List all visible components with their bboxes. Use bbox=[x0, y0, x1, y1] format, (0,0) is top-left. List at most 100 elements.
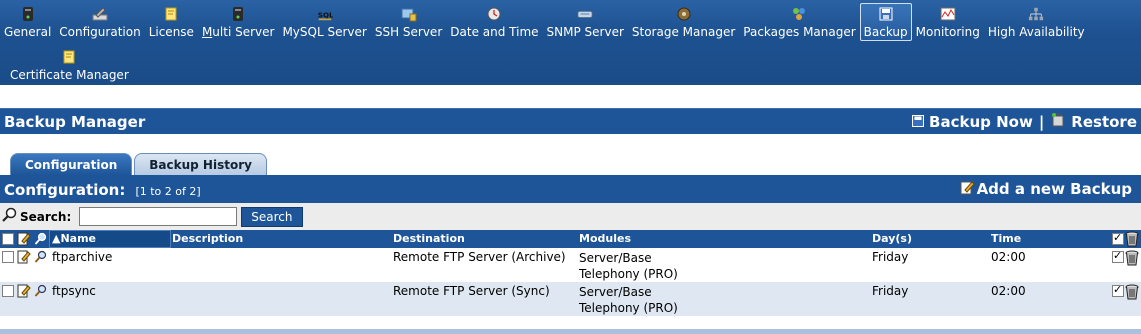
nav-item-ssh-server[interactable]: SSH Server bbox=[371, 3, 446, 41]
enable-all-checkbox[interactable] bbox=[1112, 231, 1124, 245]
nav-item-certificate-manager[interactable]: Certificate Manager bbox=[4, 46, 133, 84]
configuration-bar: Configuration: [1 to 2 of 2] Add a new B… bbox=[0, 175, 1141, 203]
search-button[interactable]: Search bbox=[241, 206, 303, 227]
backup-name[interactable]: ftpsync bbox=[52, 284, 96, 298]
floppy-icon bbox=[912, 113, 925, 131]
tab-backup-history[interactable]: Backup History bbox=[134, 153, 267, 175]
search-icon[interactable] bbox=[34, 232, 48, 246]
packages-icon bbox=[791, 6, 807, 22]
backup-time: 02:00 bbox=[991, 284, 1026, 298]
sql-icon: SQL bbox=[317, 6, 333, 22]
nav-label: Configuration bbox=[59, 25, 141, 39]
module-item: Server/Base bbox=[579, 251, 652, 265]
backup-table: ▲Name Description Destination Modules Da… bbox=[0, 230, 1141, 316]
search-label: Search: bbox=[20, 209, 72, 224]
nav-item-snmp-server[interactable]: SNMP Server bbox=[543, 3, 628, 41]
page-title: Backup Manager bbox=[4, 112, 146, 131]
table-header: ▲Name Description Destination Modules Da… bbox=[0, 230, 1141, 248]
nav-label: Multi Server bbox=[201, 25, 275, 39]
nav-label: Packages Manager bbox=[743, 25, 856, 39]
tab-configuration[interactable]: Configuration bbox=[10, 153, 133, 175]
top-navigation: General Configuration License Multi Serv… bbox=[0, 0, 1141, 85]
server-icon bbox=[230, 6, 246, 22]
table-row: ftpsync Remote FTP Server (Sync) Server/… bbox=[0, 282, 1141, 316]
backup-destination: Remote FTP Server (Sync) bbox=[393, 284, 550, 298]
edit-icon[interactable] bbox=[17, 232, 31, 246]
module-item: Server/Base bbox=[579, 285, 652, 299]
row-select-checkbox[interactable] bbox=[2, 251, 14, 263]
table-row: ftparchive Remote FTP Server (Archive) S… bbox=[0, 248, 1141, 282]
nav-label: Certificate Manager bbox=[10, 68, 129, 82]
backup-days: Friday bbox=[872, 284, 909, 298]
edit-icon[interactable] bbox=[17, 284, 31, 298]
add-backup-button[interactable]: Add a new Backup bbox=[960, 180, 1132, 199]
column-header-destination[interactable]: Destination bbox=[393, 232, 465, 245]
column-header-description[interactable]: Description bbox=[172, 232, 243, 245]
nav-item-multi-server[interactable]: Multi Server bbox=[198, 3, 279, 41]
svg-text:SQL: SQL bbox=[318, 11, 333, 20]
monitor-chart-icon bbox=[940, 6, 956, 22]
nav-item-monitoring[interactable]: Monitoring bbox=[912, 3, 984, 41]
nav-item-general[interactable]: General bbox=[0, 3, 55, 41]
edit-icon[interactable] bbox=[17, 250, 31, 264]
restore-button[interactable]: Restore bbox=[1050, 112, 1137, 132]
footer-strip bbox=[0, 329, 1141, 334]
search-input[interactable] bbox=[79, 207, 238, 226]
trash-icon[interactable] bbox=[1125, 284, 1139, 300]
nav-label: Monitoring bbox=[915, 25, 980, 39]
restore-label: Restore bbox=[1071, 112, 1137, 131]
clock-icon bbox=[486, 6, 502, 22]
nav-label: Date and Time bbox=[450, 25, 539, 39]
accelerator-letter: M bbox=[201, 25, 213, 39]
nav-label: Storage Manager bbox=[631, 25, 736, 39]
trash-icon[interactable] bbox=[1125, 250, 1139, 266]
nav-label: SNMP Server bbox=[546, 25, 624, 39]
header-separator: | bbox=[1038, 112, 1045, 131]
add-backup-label: Add a new Backup bbox=[976, 180, 1132, 198]
backup-name[interactable]: ftparchive bbox=[52, 250, 112, 264]
select-all-checkbox[interactable] bbox=[2, 233, 14, 245]
server-icon bbox=[20, 6, 36, 22]
search-icon bbox=[2, 207, 18, 227]
nav-item-license[interactable]: License bbox=[145, 3, 198, 41]
restore-icon bbox=[1050, 112, 1066, 132]
view-icon[interactable] bbox=[34, 250, 48, 264]
search-bar: Search: Search bbox=[0, 203, 1141, 230]
certificate-icon bbox=[61, 49, 77, 65]
module-item: Telephony (PRO) bbox=[579, 301, 678, 315]
nav-item-backup[interactable]: Backup bbox=[859, 3, 912, 41]
backup-modules: Server/Base Telephony (PRO) bbox=[579, 284, 678, 316]
snmp-icon bbox=[577, 6, 593, 22]
edit-icon bbox=[960, 180, 975, 199]
trash-icon[interactable] bbox=[1125, 231, 1139, 247]
tab-bar: Configuration Backup History bbox=[10, 153, 267, 175]
nav-item-date-time[interactable]: Date and Time bbox=[446, 3, 542, 41]
network-icon bbox=[1028, 6, 1044, 22]
backup-days: Friday bbox=[872, 250, 909, 264]
record-range: [1 to 2 of 2] bbox=[135, 184, 201, 198]
nav-item-configuration[interactable]: Configuration bbox=[55, 3, 144, 41]
nav-item-storage-manager[interactable]: Storage Manager bbox=[628, 3, 739, 41]
column-header-time[interactable]: Time bbox=[991, 232, 1021, 245]
row-enabled-checkbox[interactable] bbox=[1112, 283, 1124, 297]
floppy-icon bbox=[878, 6, 894, 22]
nav-row-1: General Configuration License Multi Serv… bbox=[0, 3, 1089, 43]
nav-item-high-availability[interactable]: High Availability bbox=[984, 3, 1089, 41]
column-header-modules[interactable]: Modules bbox=[579, 232, 631, 245]
backup-now-label: Backup Now bbox=[929, 112, 1033, 131]
wrench-icon bbox=[92, 6, 108, 22]
backup-modules: Server/Base Telephony (PRO) bbox=[579, 250, 678, 282]
row-enabled-checkbox[interactable] bbox=[1112, 249, 1124, 263]
view-icon[interactable] bbox=[34, 284, 48, 298]
module-item: Telephony (PRO) bbox=[579, 267, 678, 281]
certificate-icon bbox=[163, 6, 179, 22]
nav-item-mysql-server[interactable]: SQL MySQL Server bbox=[278, 3, 370, 41]
row-select-checkbox[interactable] bbox=[2, 285, 14, 297]
nav-label: MySQL Server bbox=[282, 25, 367, 39]
backup-now-button[interactable]: Backup Now bbox=[912, 113, 1033, 131]
column-header-days[interactable]: Day(s) bbox=[872, 232, 912, 245]
column-header-name[interactable]: ▲Name bbox=[52, 232, 96, 245]
header-actions: Backup Now | Restore bbox=[912, 112, 1137, 132]
nav-label: Backup bbox=[863, 25, 908, 39]
nav-item-packages-manager[interactable]: Packages Manager bbox=[739, 3, 859, 41]
